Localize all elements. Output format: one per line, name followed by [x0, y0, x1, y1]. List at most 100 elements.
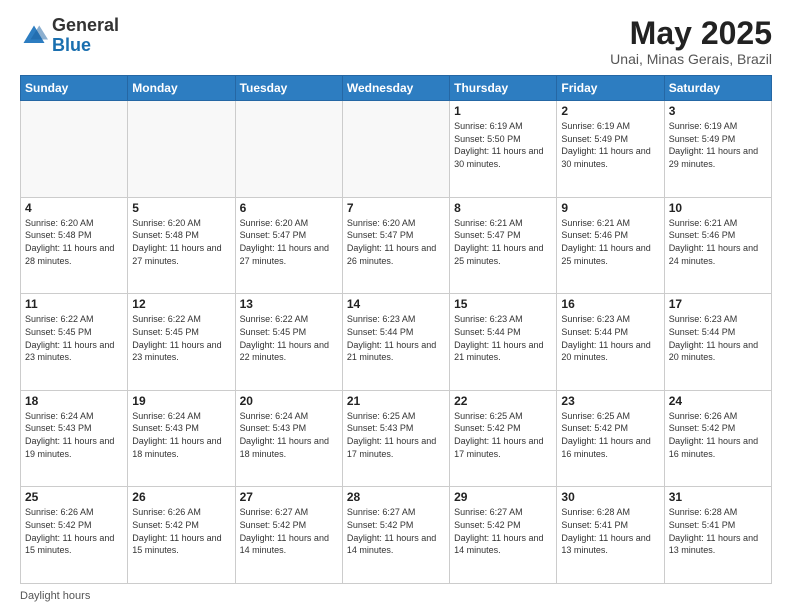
calendar-cell: 16 Sunrise: 6:23 AM Sunset: 5:44 PM Dayli…	[557, 294, 664, 391]
header: General Blue May 2025 Unai, Minas Gerais…	[20, 16, 772, 67]
calendar-cell: 4Sunrise: 6:20 AM Sunset: 5:48 PM Daylig…	[21, 197, 128, 294]
day-info: Sunrise: 6:26 AM Sunset: 5:42 PM Dayligh…	[132, 506, 230, 556]
calendar-cell: 22Sunrise: 6:25 AM Sunset: 5:42 PM Dayli…	[450, 390, 557, 487]
day-number: 13	[240, 297, 338, 311]
day-number: 6	[240, 201, 338, 215]
calendar-cell: 8 Sunrise: 6:21 AM Sunset: 5:47 PM Daylig…	[450, 197, 557, 294]
day-info: Sunrise: 6:20 AM Sunset: 5:48 PM Dayligh…	[132, 217, 230, 267]
calendar-cell	[235, 101, 342, 198]
logo-text: General Blue	[52, 16, 119, 56]
day-number: 20	[240, 394, 338, 408]
calendar-cell: 5 Sunrise: 6:20 AM Sunset: 5:48 PM Daylig…	[128, 197, 235, 294]
calendar-cell: 3 Sunrise: 6:19 AM Sunset: 5:49 PM Daylig…	[664, 101, 771, 198]
daylight-hours-label: Daylight hours	[20, 590, 90, 602]
day-info: Sunrise: 6:23 AM Sunset: 5:44 PM Dayligh…	[669, 313, 767, 363]
day-info: Sunrise: 6:21 AM Sunset: 5:46 PM Dayligh…	[561, 217, 659, 267]
day-number: 19	[132, 394, 230, 408]
day-number: 15	[454, 297, 552, 311]
day-info: Sunrise: 6:24 AM Sunset: 5:43 PM Dayligh…	[240, 410, 338, 460]
calendar-cell: 2Sunrise: 6:19 AM Sunset: 5:49 PM Daylig…	[557, 101, 664, 198]
day-info: Sunrise: 6:20 AM Sunset: 5:47 PM Dayligh…	[240, 217, 338, 267]
page: General Blue May 2025 Unai, Minas Gerais…	[0, 0, 792, 612]
day-info: Sunrise: 6:24 AM Sunset: 5:43 PM Dayligh…	[25, 410, 123, 460]
calendar-cell: 10Sunrise: 6:21 AM Sunset: 5:46 PM Dayli…	[664, 197, 771, 294]
col-header-tuesday: Tuesday	[235, 76, 342, 101]
logo-blue-text: Blue	[52, 35, 91, 55]
calendar-cell: 26 Sunrise: 6:26 AM Sunset: 5:42 PM Dayli…	[128, 487, 235, 584]
calendar-cell: 28Sunrise: 6:27 AM Sunset: 5:42 PM Dayli…	[342, 487, 449, 584]
day-number: 31	[669, 490, 767, 504]
day-number: 30	[561, 490, 659, 504]
day-info: Sunrise: 6:21 AM Sunset: 5:47 PM Dayligh…	[454, 217, 552, 267]
calendar-cell	[342, 101, 449, 198]
day-number: 27	[240, 490, 338, 504]
week-row-4: 18 Sunrise: 6:24 AM Sunset: 5:43 PM Dayli…	[21, 390, 772, 487]
day-info: Sunrise: 6:28 AM Sunset: 5:41 PM Dayligh…	[669, 506, 767, 556]
day-number: 18	[25, 394, 123, 408]
week-row-2: 4Sunrise: 6:20 AM Sunset: 5:48 PM Daylig…	[21, 197, 772, 294]
calendar-cell: 21 Sunrise: 6:25 AM Sunset: 5:43 PM Dayli…	[342, 390, 449, 487]
day-number: 14	[347, 297, 445, 311]
day-info: Sunrise: 6:19 AM Sunset: 5:49 PM Dayligh…	[669, 120, 767, 170]
day-info: Sunrise: 6:20 AM Sunset: 5:48 PM Dayligh…	[25, 217, 123, 267]
calendar-cell: 12Sunrise: 6:22 AM Sunset: 5:45 PM Dayli…	[128, 294, 235, 391]
logo: General Blue	[20, 16, 119, 56]
calendar-cell: 18 Sunrise: 6:24 AM Sunset: 5:43 PM Dayli…	[21, 390, 128, 487]
logo-icon	[20, 22, 48, 50]
day-info: Sunrise: 6:19 AM Sunset: 5:49 PM Dayligh…	[561, 120, 659, 170]
day-number: 21	[347, 394, 445, 408]
calendar-table: SundayMondayTuesdayWednesdayThursdayFrid…	[20, 75, 772, 584]
calendar-cell: 31 Sunrise: 6:28 AM Sunset: 5:41 PM Dayli…	[664, 487, 771, 584]
day-info: Sunrise: 6:23 AM Sunset: 5:44 PM Dayligh…	[561, 313, 659, 363]
day-info: Sunrise: 6:26 AM Sunset: 5:42 PM Dayligh…	[25, 506, 123, 556]
col-header-friday: Friday	[557, 76, 664, 101]
subtitle: Unai, Minas Gerais, Brazil	[610, 51, 772, 67]
day-number: 16	[561, 297, 659, 311]
day-info: Sunrise: 6:22 AM Sunset: 5:45 PM Dayligh…	[240, 313, 338, 363]
day-info: Sunrise: 6:27 AM Sunset: 5:42 PM Dayligh…	[240, 506, 338, 556]
calendar-cell: 30 Sunrise: 6:28 AM Sunset: 5:41 PM Dayli…	[557, 487, 664, 584]
day-info: Sunrise: 6:20 AM Sunset: 5:47 PM Dayligh…	[347, 217, 445, 267]
calendar-cell: 6 Sunrise: 6:20 AM Sunset: 5:47 PM Daylig…	[235, 197, 342, 294]
day-info: Sunrise: 6:24 AM Sunset: 5:43 PM Dayligh…	[132, 410, 230, 460]
calendar-cell	[128, 101, 235, 198]
day-number: 28	[347, 490, 445, 504]
day-info: Sunrise: 6:23 AM Sunset: 5:44 PM Dayligh…	[347, 313, 445, 363]
col-header-monday: Monday	[128, 76, 235, 101]
day-number: 11	[25, 297, 123, 311]
day-number: 1	[454, 104, 552, 118]
day-number: 22	[454, 394, 552, 408]
calendar-cell: 27 Sunrise: 6:27 AM Sunset: 5:42 PM Dayli…	[235, 487, 342, 584]
week-row-3: 11 Sunrise: 6:22 AM Sunset: 5:45 PM Dayli…	[21, 294, 772, 391]
title-block: May 2025 Unai, Minas Gerais, Brazil	[610, 16, 772, 67]
calendar-cell: 23Sunrise: 6:25 AM Sunset: 5:42 PM Dayli…	[557, 390, 664, 487]
calendar-cell: 25 Sunrise: 6:26 AM Sunset: 5:42 PM Dayli…	[21, 487, 128, 584]
day-info: Sunrise: 6:25 AM Sunset: 5:43 PM Dayligh…	[347, 410, 445, 460]
calendar-cell: 9Sunrise: 6:21 AM Sunset: 5:46 PM Daylig…	[557, 197, 664, 294]
footer: Daylight hours	[20, 590, 772, 602]
day-number: 17	[669, 297, 767, 311]
week-row-5: 25 Sunrise: 6:26 AM Sunset: 5:42 PM Dayli…	[21, 487, 772, 584]
calendar-cell: 19 Sunrise: 6:24 AM Sunset: 5:43 PM Dayli…	[128, 390, 235, 487]
col-header-sunday: Sunday	[21, 76, 128, 101]
day-number: 3	[669, 104, 767, 118]
day-number: 25	[25, 490, 123, 504]
calendar-cell: 24Sunrise: 6:26 AM Sunset: 5:42 PM Dayli…	[664, 390, 771, 487]
header-row: SundayMondayTuesdayWednesdayThursdayFrid…	[21, 76, 772, 101]
day-number: 8	[454, 201, 552, 215]
day-number: 5	[132, 201, 230, 215]
week-row-1: 1Sunrise: 6:19 AM Sunset: 5:50 PM Daylig…	[21, 101, 772, 198]
col-header-wednesday: Wednesday	[342, 76, 449, 101]
day-number: 24	[669, 394, 767, 408]
col-header-saturday: Saturday	[664, 76, 771, 101]
calendar-cell: 7 Sunrise: 6:20 AM Sunset: 5:47 PM Daylig…	[342, 197, 449, 294]
day-info: Sunrise: 6:21 AM Sunset: 5:46 PM Dayligh…	[669, 217, 767, 267]
day-number: 12	[132, 297, 230, 311]
day-number: 26	[132, 490, 230, 504]
calendar-cell: 20 Sunrise: 6:24 AM Sunset: 5:43 PM Dayli…	[235, 390, 342, 487]
col-header-thursday: Thursday	[450, 76, 557, 101]
calendar-cell	[21, 101, 128, 198]
day-number: 7	[347, 201, 445, 215]
day-info: Sunrise: 6:28 AM Sunset: 5:41 PM Dayligh…	[561, 506, 659, 556]
day-number: 29	[454, 490, 552, 504]
